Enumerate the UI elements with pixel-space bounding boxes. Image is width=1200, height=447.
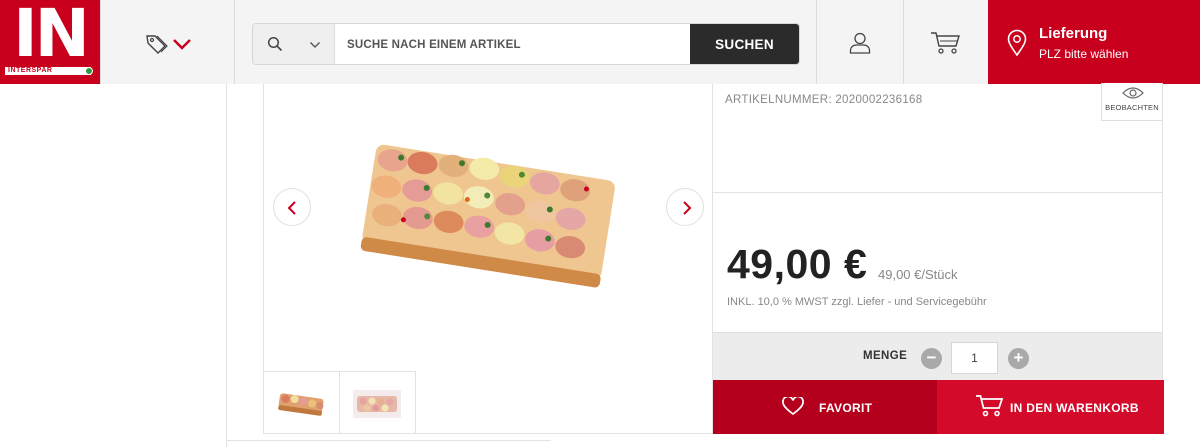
thumbnail-image bbox=[353, 390, 401, 418]
delivery-title: Lieferung bbox=[1039, 25, 1108, 42]
chevron-left-icon bbox=[287, 201, 296, 215]
quantity-selector: MENGE − + bbox=[713, 332, 1162, 380]
cart-icon bbox=[931, 32, 960, 54]
site-header: IN INTERSPAR SUCHE NACH EINEM ARTIKEL SU… bbox=[0, 0, 1200, 84]
content-divider bbox=[226, 440, 551, 441]
cart-icon bbox=[976, 395, 1004, 417]
watch-button[interactable]: BEOBACHTEN bbox=[1101, 83, 1163, 121]
favorite-button[interactable]: FAVORIT bbox=[713, 380, 937, 434]
chevron-down-icon bbox=[310, 42, 320, 48]
gallery-next-button[interactable] bbox=[666, 188, 704, 226]
logo-mark: IN bbox=[13, 0, 90, 72]
user-icon bbox=[849, 32, 871, 54]
article-number: ARTIKELNUMMER: 2020002236168 bbox=[725, 94, 923, 106]
eye-icon bbox=[1122, 87, 1144, 99]
add-to-cart-button[interactable]: IN DEN WARENKORB bbox=[937, 380, 1164, 434]
search-area: SUCHE N bbox=[234, 0, 816, 84]
location-pin-icon bbox=[1007, 29, 1027, 57]
offers-menu-button[interactable] bbox=[100, 0, 234, 84]
product-info-panel: ARTIKELNUMMER: 2020002236168 BEOBACHTEN … bbox=[712, 83, 1164, 434]
search-input[interactable] bbox=[335, 24, 693, 64]
unit-price: 49,00 €/Stück bbox=[878, 267, 958, 282]
tax-note: INKL. 10,0 % MWST zzgl. Liefer - und Ser… bbox=[727, 296, 987, 308]
gallery-thumbnail[interactable] bbox=[340, 371, 416, 434]
interspar-logo[interactable]: IN INTERSPAR bbox=[0, 0, 100, 84]
chevron-right-icon bbox=[683, 201, 692, 215]
chevron-down-icon bbox=[173, 39, 191, 50]
thumbnail-image bbox=[278, 393, 324, 416]
content-divider bbox=[226, 84, 227, 447]
quantity-label: MENGE bbox=[863, 350, 908, 362]
product-image[interactable] bbox=[354, 128, 624, 293]
logo-wordmark: INTERSPAR bbox=[5, 67, 91, 75]
tag-icon bbox=[146, 35, 168, 54]
delivery-zip-selector[interactable]: Lieferung PLZ bitte wählen bbox=[988, 0, 1200, 84]
watch-label: BEOBACHTEN bbox=[1105, 103, 1159, 112]
increase-quantity-button[interactable]: + bbox=[1008, 348, 1029, 369]
decrease-quantity-button[interactable]: − bbox=[921, 348, 942, 369]
gallery-prev-button[interactable] bbox=[273, 188, 311, 226]
divider bbox=[713, 192, 1162, 193]
quantity-input[interactable] bbox=[951, 342, 998, 374]
product-price: 49,00 € bbox=[727, 241, 868, 287]
add-to-cart-label: IN DEN WARENKORB bbox=[1010, 401, 1139, 415]
search-button[interactable]: SUCHEN bbox=[690, 24, 799, 64]
heart-icon bbox=[782, 397, 804, 416]
logo-leaf-icon bbox=[85, 67, 93, 75]
cart-button[interactable] bbox=[903, 0, 988, 84]
search-scope-dropdown[interactable] bbox=[253, 24, 335, 64]
delivery-subtitle: PLZ bitte wählen bbox=[1039, 47, 1129, 61]
gallery-thumbnail[interactable] bbox=[264, 371, 340, 434]
favorite-label: FAVORIT bbox=[819, 401, 873, 415]
account-button[interactable] bbox=[816, 0, 903, 84]
search-box: SUCHE N bbox=[252, 23, 800, 65]
search-icon bbox=[267, 36, 283, 52]
product-gallery bbox=[263, 84, 713, 434]
